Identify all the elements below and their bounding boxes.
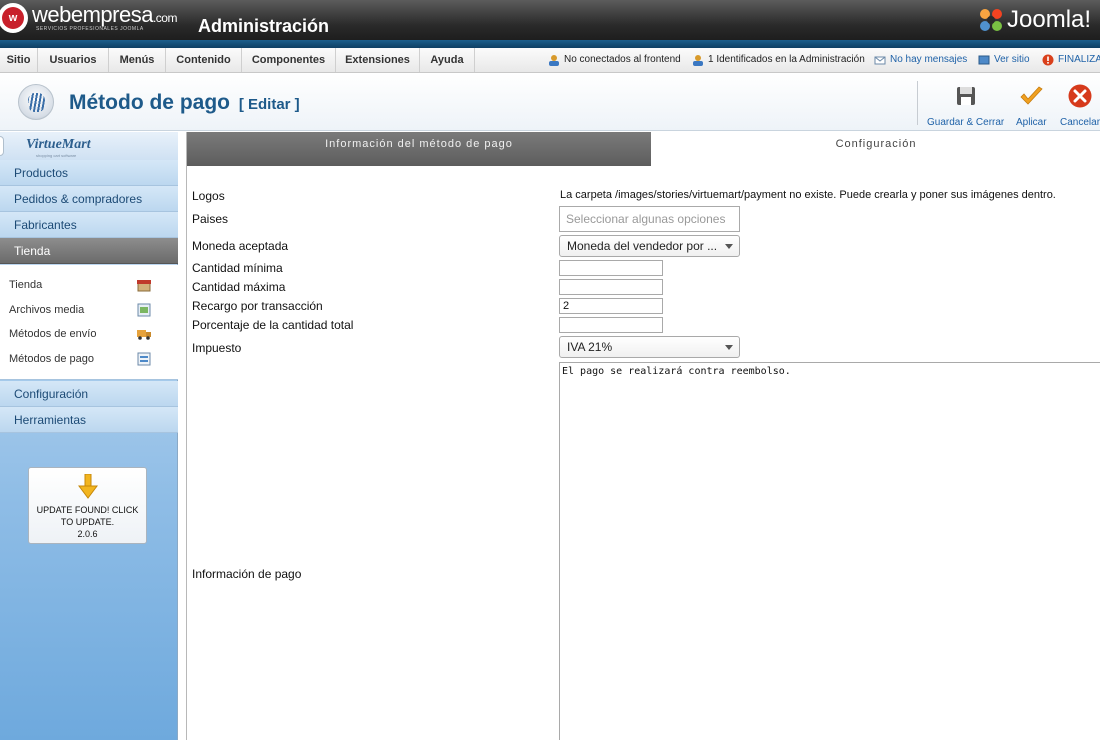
logos-value: La carpeta /images/stories/virtuemart/pa… — [560, 189, 1056, 201]
logos-label: Logos — [192, 189, 225, 203]
sidebar: VirtueMart shopping cart software Produc… — [0, 132, 178, 740]
update-button[interactable]: UPDATE FOUND! CLICK TO UPDATE. 2.0.6 — [28, 467, 147, 544]
status-frontend: No conectados al frontend — [548, 48, 681, 72]
apply-check-icon — [1020, 86, 1043, 105]
menu-contenido[interactable]: Contenido — [166, 48, 242, 72]
moneda-select[interactable]: Moneda del vendedor por ... — [559, 235, 740, 257]
menu-extensiones[interactable]: Extensiones — [336, 48, 420, 72]
page-title: Método de pago [ Editar ] — [69, 91, 300, 114]
paises-multiselect[interactable]: Seleccionar algunas opciones — [559, 206, 740, 232]
sidebar-collapse-handle[interactable] — [0, 136, 4, 156]
cancel-x-icon — [1068, 84, 1092, 108]
tab-informacion-metodo-pago[interactable]: Información del método de pago — [187, 132, 651, 166]
informacion-pago-textarea[interactable]: El pago se realizará contra reembolso. — [559, 362, 1100, 740]
menu-sitio[interactable]: Sitio — [0, 48, 38, 72]
sidebar-sub-metodos-pago[interactable]: Métodos de pago — [9, 353, 94, 365]
apply-button[interactable]: Aplicar — [1016, 84, 1047, 128]
cantidad-maxima-label: Cantidad máxima — [192, 280, 286, 294]
menu-usuarios[interactable]: Usuarios — [38, 48, 109, 72]
update-line2: TO UPDATE. — [60, 517, 115, 527]
virtuemart-logo: VirtueMart shopping cart software — [0, 132, 178, 160]
impuesto-select[interactable]: IVA 21% — [559, 336, 740, 358]
menu-ayuda[interactable]: Ayuda — [420, 48, 475, 72]
paises-label: Paises — [192, 212, 229, 226]
joomla-text: Joomla! — [1007, 6, 1092, 33]
joomla-icon — [980, 9, 1002, 31]
sidebar-item-tienda[interactable]: Tienda — [0, 238, 178, 264]
save-icon — [956, 87, 975, 105]
status-logout[interactable]: FINALIZA — [1042, 48, 1100, 72]
view-site-icon — [978, 55, 990, 65]
main-content: Información del método de pago Configura… — [186, 132, 1100, 740]
status-messages[interactable]: No hay mensajes — [874, 48, 967, 72]
sidebar-item-configuracion[interactable]: Configuración — [0, 381, 178, 407]
porcentaje-label: Porcentaje de la cantidad total — [192, 318, 354, 332]
header-strip — [0, 40, 1100, 48]
logout-icon — [1042, 54, 1054, 66]
sidebar-submenu: Tienda Archivos media Métodos de envío M… — [0, 265, 178, 380]
sidebar-item-productos[interactable]: Productos — [0, 160, 178, 186]
payment-methods-icon — [137, 352, 151, 366]
menu-bar: Sitio Usuarios Menús Contenido Component… — [0, 48, 1100, 73]
recargo-input[interactable] — [559, 298, 663, 314]
sidebar-sub-archivos-media[interactable]: Archivos media — [9, 304, 84, 316]
sidebar-sub-metodos-envio[interactable]: Métodos de envío — [9, 328, 96, 340]
sidebar-item-fabricantes[interactable]: Fabricantes — [0, 212, 178, 238]
media-files-icon — [137, 303, 151, 317]
cantidad-minima-input[interactable] — [559, 260, 663, 276]
store-icon — [137, 280, 151, 292]
moneda-label: Moneda aceptada — [192, 239, 289, 253]
update-line1: UPDATE FOUND! CLICK — [36, 505, 139, 515]
save-close-button[interactable]: Guardar & Cerrar — [927, 84, 1004, 128]
sidebar-item-pedidos[interactable]: Pedidos & compradores — [0, 186, 178, 212]
tab-configuracion[interactable]: Configuración — [651, 132, 1100, 166]
admin-users-icon — [693, 55, 703, 66]
toolbar-separator — [917, 81, 918, 125]
sidebar-sub-tienda[interactable]: Tienda — [9, 279, 42, 291]
update-version: 2.0.6 — [77, 529, 98, 539]
users-icon — [549, 55, 559, 66]
download-arrow-icon — [77, 473, 98, 499]
porcentaje-input[interactable] — [559, 317, 663, 333]
recargo-label: Recargo por transacción — [192, 299, 323, 313]
status-admin: 1 Identificados en la Administración — [692, 48, 865, 72]
admin-title: Administración — [198, 16, 330, 36]
chevron-down-icon — [725, 244, 733, 249]
messages-icon — [874, 56, 886, 65]
toolbar: Método de pago [ Editar ] Guardar & Cerr… — [0, 73, 1100, 131]
joomla-logo: Joomla! — [978, 4, 1091, 36]
page-subtitle: [ Editar ] — [238, 96, 300, 113]
brand-tagline: SERVICIOS PROFESIONALES JOOMLA — [36, 26, 144, 32]
brand-name: webempresa.com — [32, 2, 177, 27]
top-header: w webempresa.com SERVICIOS PROFESIONALES… — [0, 0, 1100, 48]
shipping-truck-icon — [137, 330, 151, 340]
status-view-site[interactable]: Ver sitio — [978, 48, 1030, 72]
informacion-pago-label: Información de pago — [192, 567, 302, 581]
cantidad-maxima-input[interactable] — [559, 279, 663, 295]
cancel-button[interactable]: Cancelar — [1060, 84, 1100, 128]
chevron-down-icon — [725, 345, 733, 350]
menu-menus[interactable]: Menús — [109, 48, 166, 72]
menu-componentes[interactable]: Componentes — [242, 48, 336, 72]
payment-method-icon — [18, 84, 54, 120]
impuesto-label: Impuesto — [192, 341, 242, 355]
cantidad-minima-label: Cantidad mínima — [192, 261, 283, 275]
sidebar-item-herramientas[interactable]: Herramientas — [0, 407, 178, 433]
brand-mark-icon: w — [0, 3, 28, 33]
